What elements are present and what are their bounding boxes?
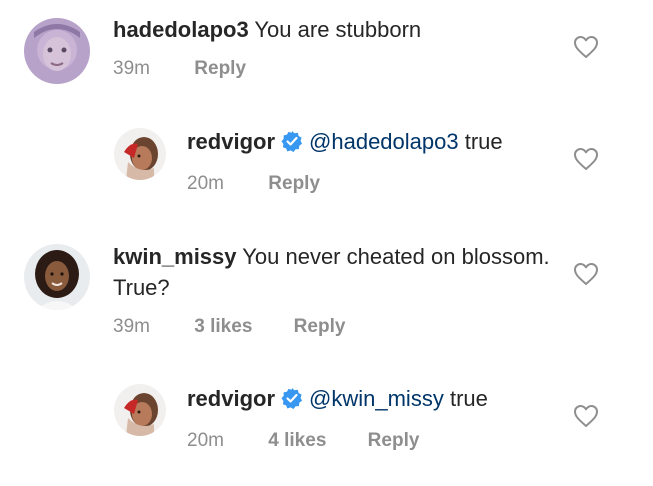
reply-button[interactable]: Reply: [268, 172, 320, 196]
avatar[interactable]: [24, 244, 90, 310]
comment-body: redvigor @hadedolapo3 true 20m Reply: [187, 126, 563, 196]
comment-text: redvigor @kwin_missy true: [187, 383, 563, 417]
comment-username[interactable]: kwin_missy: [113, 244, 237, 269]
comment-text: kwin_missy You never cheated on blossom.…: [113, 241, 563, 303]
mention-link[interactable]: @kwin_missy: [309, 386, 444, 411]
comment-timestamp: 20m: [187, 173, 224, 194]
comment-body: kwin_missy You never cheated on blossom.…: [113, 241, 563, 339]
comment-meta: 39m Reply: [113, 57, 563, 81]
comment-timestamp: 20m: [187, 430, 224, 451]
reply-button[interactable]: Reply: [194, 57, 246, 81]
avatar[interactable]: [114, 128, 166, 180]
comment-body: hadedolapo3 You are stubborn 39m Reply: [113, 14, 563, 81]
comment-username[interactable]: redvigor: [187, 129, 275, 154]
mention-link[interactable]: @hadedolapo3: [309, 129, 459, 154]
comment-message: You are stubborn: [254, 17, 422, 42]
comment-body: redvigor @kwin_missy true 20m 4 likes Rep…: [187, 383, 563, 453]
comment-timestamp: 39m: [113, 58, 150, 79]
reply-button[interactable]: Reply: [294, 315, 346, 339]
comments-thread: hadedolapo3 You are stubborn 39m Reply r…: [0, 0, 653, 486]
comment-meta: 39m 3 likes Reply: [113, 315, 563, 339]
comment-message: true: [464, 129, 503, 154]
comment-username[interactable]: redvigor: [187, 386, 275, 411]
comment-timestamp: 39m: [113, 316, 150, 337]
comment-text: redvigor @hadedolapo3 true: [187, 126, 563, 160]
comment-message: true: [449, 386, 488, 411]
verified-badge-icon: [281, 129, 303, 160]
heart-outline-icon[interactable]: [573, 404, 599, 428]
reply-button[interactable]: Reply: [368, 429, 420, 453]
comment-meta: 20m Reply: [187, 172, 563, 196]
likes-count[interactable]: 3 likes: [194, 315, 252, 339]
comment-meta: 20m 4 likes Reply: [187, 429, 563, 453]
verified-badge-icon: [281, 386, 303, 417]
avatar[interactable]: [114, 384, 166, 436]
comment-username[interactable]: hadedolapo3: [113, 17, 249, 42]
heart-outline-icon[interactable]: [573, 147, 599, 171]
heart-outline-icon[interactable]: [573, 262, 599, 286]
comment-text: hadedolapo3 You are stubborn: [113, 14, 563, 45]
likes-count[interactable]: 4 likes: [268, 429, 326, 453]
heart-outline-icon[interactable]: [573, 35, 599, 59]
avatar[interactable]: [24, 18, 90, 84]
